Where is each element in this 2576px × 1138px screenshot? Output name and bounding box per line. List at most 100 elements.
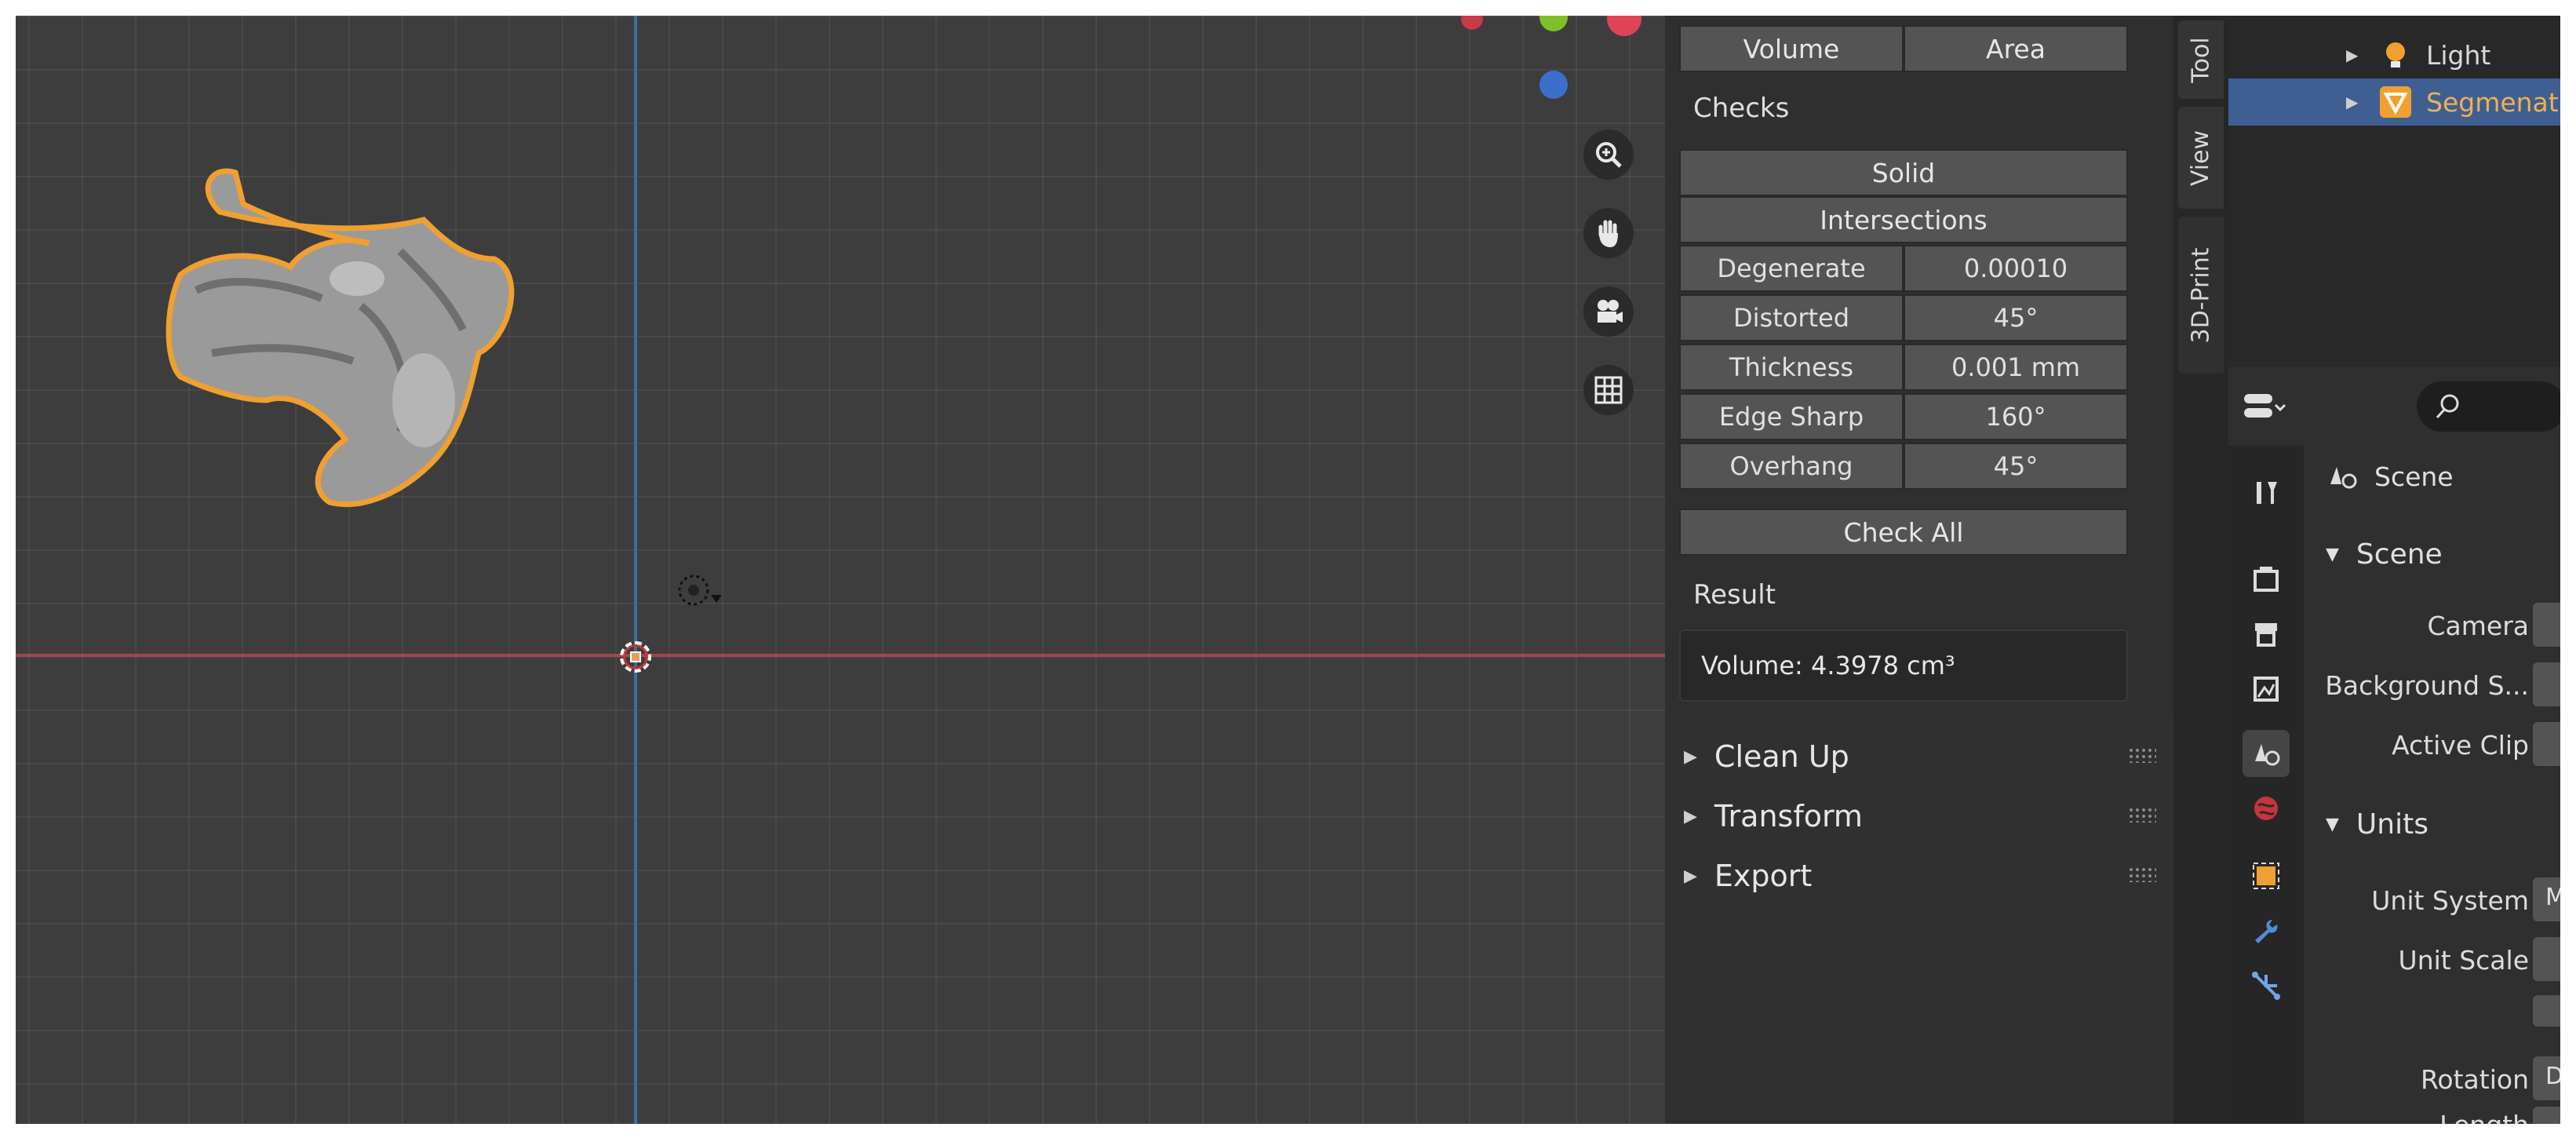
tab-tool-label: Tool bbox=[2187, 36, 2215, 83]
camera-field[interactable] bbox=[2533, 603, 2560, 647]
expand-arrow-icon[interactable]: ▶ bbox=[2346, 46, 2377, 64]
tab-particles[interactable] bbox=[2243, 962, 2290, 1009]
solid-check-button[interactable]: Solid bbox=[1679, 149, 2128, 196]
drag-handle-icon[interactable] bbox=[2128, 807, 2156, 822]
properties-editor-icon bbox=[2244, 394, 2286, 418]
properties-search-input[interactable] bbox=[2417, 381, 2560, 432]
ortho-toggle-button[interactable] bbox=[1583, 365, 1634, 415]
background-scene-field[interactable] bbox=[2533, 662, 2560, 706]
volume-button[interactable]: Volume bbox=[1679, 25, 1904, 72]
expand-arrow-icon: ▶ bbox=[1684, 806, 1697, 826]
tab-view-label: View bbox=[2187, 129, 2215, 186]
light-icon bbox=[2377, 37, 2414, 73]
degenerate-check-button[interactable]: Degenerate bbox=[1679, 245, 1904, 292]
rotation-field-label: Rotation bbox=[2420, 1064, 2529, 1095]
light-gizmo-icon[interactable] bbox=[662, 565, 728, 620]
transform-section[interactable]: ▶ Transform bbox=[1665, 786, 2173, 846]
pan-button[interactable] bbox=[1583, 208, 1634, 258]
grid-ortho-icon bbox=[1594, 376, 1623, 404]
particles-icon bbox=[2252, 972, 2280, 1000]
clean-up-section[interactable]: ▶ Clean Up bbox=[1665, 727, 2173, 786]
thickness-check-button[interactable]: Thickness bbox=[1679, 344, 1904, 391]
separate-units-checkbox[interactable] bbox=[2533, 995, 2560, 1027]
scene-properties: Scene ▼ Scene Camera Background S... Act… bbox=[2304, 446, 2560, 1124]
expand-arrow-icon: ▶ bbox=[1684, 866, 1697, 886]
distorted-check-button[interactable]: Distorted bbox=[1679, 294, 1904, 341]
units-section-header[interactable]: ▼ Units bbox=[2304, 796, 2560, 852]
tab-render[interactable] bbox=[2243, 556, 2290, 603]
overhang-value-field[interactable]: 45° bbox=[1904, 443, 2128, 490]
degenerate-value-field[interactable]: 0.00010 bbox=[1904, 245, 2128, 292]
clean-up-label: Clean Up bbox=[1714, 739, 1849, 774]
outliner[interactable]: ▶ Light ▶ Segmenat bbox=[2228, 16, 2560, 361]
length-field-label: Length bbox=[2439, 1110, 2529, 1124]
result-value-box: Volume: 4.3978 cm³ bbox=[1679, 629, 2128, 702]
tab-object[interactable] bbox=[2243, 852, 2290, 899]
tab-tool-settings[interactable] bbox=[2243, 469, 2290, 516]
thickness-value-field[interactable]: 0.001 mm bbox=[1904, 344, 2128, 391]
gizmo-z-dot[interactable] bbox=[1539, 71, 1568, 99]
editor-type-dropdown[interactable] bbox=[2243, 383, 2305, 430]
right-editor-column: ▶ Light ▶ Segmenat Scene ▼ Scene Camera … bbox=[2228, 16, 2560, 1124]
outliner-item-label: Light bbox=[2426, 39, 2491, 71]
world-icon bbox=[2254, 797, 2278, 820]
outliner-item-segmentation[interactable]: ▶ Segmenat bbox=[2228, 78, 2560, 126]
checks-label: Checks bbox=[1693, 93, 1790, 124]
scene-section-header[interactable]: ▼ Scene bbox=[2304, 526, 2560, 582]
tab-output[interactable] bbox=[2243, 611, 2290, 658]
tab-modifiers[interactable] bbox=[2243, 907, 2290, 954]
unit-system-field-label: Unit System bbox=[2371, 885, 2529, 916]
gizmo-x-dot[interactable] bbox=[1461, 16, 1483, 30]
finger-highlight bbox=[392, 353, 455, 447]
rotation-dropdown[interactable]: D bbox=[2533, 1056, 2560, 1100]
outliner-item-light[interactable]: ▶ Light bbox=[2228, 31, 2560, 78]
thumb-highlight bbox=[330, 261, 384, 296]
length-dropdown[interactable] bbox=[2533, 1107, 2560, 1124]
export-label: Export bbox=[1714, 859, 1813, 893]
navigation-gizmo[interactable] bbox=[1444, 16, 1665, 110]
selected-hand-mesh[interactable] bbox=[165, 149, 541, 518]
sidebar-tab-strip: Tool View 3D-Print bbox=[2173, 16, 2228, 1124]
gizmo-y-dot[interactable] bbox=[1539, 16, 1568, 31]
3d-viewport[interactable] bbox=[16, 16, 1665, 1124]
tab-view-layer[interactable] bbox=[2243, 666, 2290, 713]
gizmo-x-positive-dot[interactable] bbox=[1607, 16, 1641, 36]
camera-view-icon bbox=[1598, 300, 1623, 323]
active-clip-field[interactable] bbox=[2533, 722, 2560, 766]
properties-tab-column bbox=[2228, 446, 2304, 1124]
tab-scene[interactable] bbox=[2243, 730, 2290, 777]
expand-arrow-icon[interactable]: ▶ bbox=[2346, 93, 2377, 111]
tab-tool[interactable]: Tool bbox=[2178, 20, 2224, 99]
background-scene-field-label: Background S... bbox=[2325, 670, 2529, 701]
unit-scale-field[interactable] bbox=[2533, 937, 2560, 981]
intersections-check-button[interactable]: Intersections bbox=[1679, 196, 2128, 243]
render-icon bbox=[2254, 567, 2279, 592]
scene-section-label: Scene bbox=[2356, 538, 2443, 571]
edge-sharp-value-field[interactable]: 160° bbox=[1904, 393, 2128, 440]
edge-sharp-check-button[interactable]: Edge Sharp bbox=[1679, 393, 1904, 440]
properties-header bbox=[2228, 367, 2560, 446]
unit-system-dropdown[interactable]: M bbox=[2533, 877, 2560, 921]
drag-handle-icon[interactable] bbox=[2128, 747, 2156, 763]
search-icon bbox=[2436, 394, 2459, 419]
wrench-icon bbox=[2255, 920, 2278, 943]
zoom-button[interactable] bbox=[1583, 129, 1634, 180]
tab-world[interactable] bbox=[2243, 785, 2290, 832]
x-axis-line bbox=[16, 654, 1665, 657]
tab-view[interactable]: View bbox=[2178, 107, 2224, 209]
blender-window: Volume Area Checks Solid Intersections D… bbox=[16, 16, 2560, 1124]
tools-icon bbox=[2257, 482, 2277, 504]
mesh-icon bbox=[2377, 84, 2414, 120]
active-clip-field-label: Active Clip bbox=[2392, 730, 2529, 760]
result-value-text: Volume: 4.3978 cm³ bbox=[1701, 651, 1955, 680]
area-button[interactable]: Area bbox=[1904, 25, 2128, 72]
object-icon bbox=[2253, 863, 2279, 889]
check-all-button[interactable]: Check All bbox=[1679, 509, 2128, 556]
drag-handle-icon[interactable] bbox=[2128, 866, 2156, 882]
overhang-check-button[interactable]: Overhang bbox=[1679, 443, 1904, 490]
distorted-value-field[interactable]: 45° bbox=[1904, 294, 2128, 341]
tab-3d-print[interactable]: 3D-Print bbox=[2178, 217, 2224, 374]
camera-view-button[interactable] bbox=[1583, 286, 1634, 337]
outliner-item-label: Segmenat bbox=[2426, 86, 2559, 118]
export-section[interactable]: ▶ Export bbox=[1665, 846, 2173, 906]
